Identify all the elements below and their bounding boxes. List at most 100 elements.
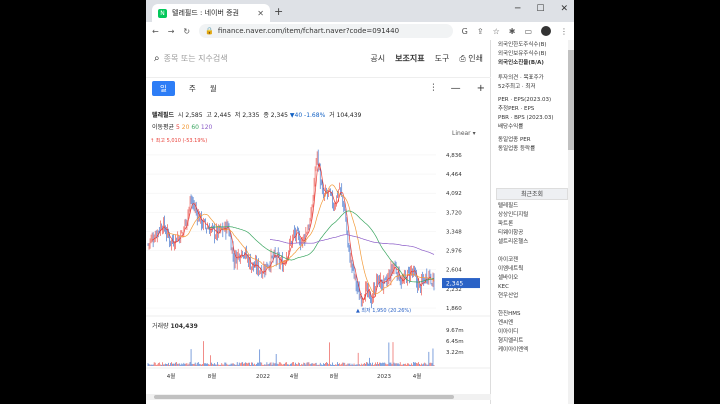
side-mid-rows: 투자의견 · 목표주가 52주최고 · 최저 [492,74,574,92]
side-info-row: 동일업종 등락률 [498,146,536,152]
volume-tick-label: 3.22m [446,350,464,356]
ma5-label[interactable]: 5 [176,124,180,131]
stock-chart[interactable]: 4,8364,4644,0923,7203,3482,9762,6042,232… [146,138,491,404]
recent-item[interactable]: 이아이디 [492,328,574,337]
side-info-row: 외국인한도주식수(B) [498,42,547,48]
y-tick-label: 2,604 [446,268,462,274]
recent-item[interactable]: 형지엘리트 [492,337,574,346]
browser-tab[interactable]: N 텔레필드 : 네이버 증권 ✕ [152,4,270,22]
x-tick-label: 8월 [330,372,339,380]
google-icon[interactable]: G [462,27,468,36]
address-bar[interactable]: 🔒 finance.naver.com/item/fchart.naver?co… [199,24,453,38]
scale-dropdown[interactable]: Linear ▾ [452,130,476,137]
share-icon[interactable]: ⇪ [477,27,484,36]
recent-view-header[interactable]: 최근조회 [496,188,568,200]
reload-icon[interactable]: ↻ [183,27,190,36]
side-info-row: 동일업종 PER [498,137,531,143]
new-tab-icon[interactable]: + [274,5,283,18]
recent-item[interactable]: 셀바이오 [492,274,574,283]
print-label: 인쇄 [468,54,483,63]
tab-weekly[interactable]: 주 [189,83,196,94]
ma120-label[interactable]: 120 [201,124,212,131]
chart-nav: 공시 보조지표 도구 ⎙ 인쇄 [370,53,483,64]
recent-item [492,301,574,310]
zoom-out-icon[interactable]: — [451,83,461,94]
side-info-row: 외국인소진율(B/A) [498,60,544,66]
side-info-row: PER · EPS(2023.03) [498,97,552,103]
search-icon[interactable]: ⌕ [154,53,160,64]
recent-item[interactable]: 상상인디지털 [492,211,574,220]
recent-item[interactable]: 엔씨엔 [492,319,574,328]
naver-favicon-icon: N [158,8,167,18]
nav-print[interactable]: ⎙ 인쇄 [459,53,483,64]
menu-icon[interactable]: ⋮ [560,27,568,36]
ma20-label[interactable]: 20 [182,124,190,131]
ma60-label[interactable]: 60 [191,124,199,131]
side-info-row: 배당수익률 [498,124,524,130]
forward-icon[interactable]: → [168,27,175,36]
tab-strip: N 텔레필드 : 네이버 증권 ✕ + ─ ☐ ✕ [146,0,574,22]
window-controls: ─ ☐ ✕ [515,4,568,14]
volume-label: 거 [329,112,335,119]
recent-item[interactable]: KEC [492,283,574,292]
nav-indicators[interactable]: 보조지표 [395,53,424,64]
maximize-icon[interactable]: ☐ [536,4,544,14]
moving-average-legend: 이동평균 5 20 60 120 [152,122,212,131]
low-value: 2,335 [242,112,260,119]
search-input[interactable]: 종목 또는 지수검색 [164,53,371,64]
recent-item[interactable]: 아이코젠 [492,256,574,265]
recent-item[interactable]: 셀트리온헬스 [492,238,574,247]
y-tick-label: 4,092 [446,191,462,197]
extensions-icon[interactable]: ✱ [509,27,516,36]
ma60-line [208,210,435,283]
y-tick-label: 2,976 [446,249,462,255]
side-scrollbar[interactable] [568,40,574,404]
recent-item[interactable]: 파트론 [492,220,574,229]
y-tick-label: 4,464 [446,172,462,178]
period-row: 일 주 월 ⫶ — + [146,78,491,98]
scrollbar-thumb[interactable] [568,50,574,150]
minimize-icon[interactable]: ─ [515,4,520,14]
sidepanel-icon[interactable]: ▭ [524,27,532,36]
candle-type-icon[interactable]: ⫶ [432,83,435,94]
recent-item[interactable]: 티웨이항공 [492,229,574,238]
recent-item[interactable]: 한진HMS [492,310,574,319]
bookmark-star-icon[interactable]: ☆ [493,27,500,36]
close-label: 종 [263,112,269,119]
y-tick-label: 1,860 [446,306,462,312]
x-tick-label: 8월 [208,372,217,380]
tab-daily[interactable]: 일 [152,80,175,96]
side-info-row: 외국인보유주식수(B) [498,51,547,57]
chart-controls: ⫶ — + [432,83,485,94]
recent-item[interactable]: 이엠네트웍 [492,265,574,274]
max-price-label: ↑ 최고 5,010 (-53.19%) [150,138,207,144]
close-window-icon[interactable]: ✕ [560,4,568,14]
tab-monthly[interactable]: 월 [210,83,217,94]
stock-name: 텔레필드 [152,112,175,119]
nav-disclosure[interactable]: 공시 [370,53,385,64]
recent-item[interactable]: 케이아이엔엑 [492,346,574,355]
x-tick-label: 2023 [377,374,391,380]
nav-tools[interactable]: 도구 [435,53,450,64]
recent-item[interactable]: 텔레필드 [492,202,574,211]
x-tick-label: 4월 [167,372,176,380]
volume-tick-label: 9.67m [446,328,464,334]
zoom-in-icon[interactable]: + [477,83,485,94]
y-tick-label: 3,720 [446,210,462,216]
high-label: 고 [206,112,212,119]
y-tick-label: 3,348 [446,229,462,235]
side-top-rows: 외국인한도주식수(B) 외국인보유주식수(B) 외국인소진율(B/A) [492,40,574,68]
volume-title: 거래량 104,439 [152,322,198,330]
browser-toolbar: ← → ↻ 🔒 finance.naver.com/item/fchart.na… [146,22,574,40]
back-icon[interactable]: ← [152,27,159,36]
open-value: 2,585 [185,112,203,119]
recent-item [492,247,574,256]
volume-tick-label: 6.45m [446,339,464,345]
recent-item[interactable]: 현우산업 [492,292,574,301]
close-tab-icon[interactable]: ✕ [257,9,264,18]
chart-panel: ⌕ 종목 또는 지수검색 공시 보조지표 도구 ⎙ 인쇄 일 주 월 ⫶ — + [146,40,491,404]
side-info-row: PBR · BPS (2023.03) [498,115,554,121]
profile-avatar[interactable] [541,26,551,36]
x-tick-label: 2022 [256,374,270,380]
side-info-row: 52주최고 · 최저 [498,84,536,90]
